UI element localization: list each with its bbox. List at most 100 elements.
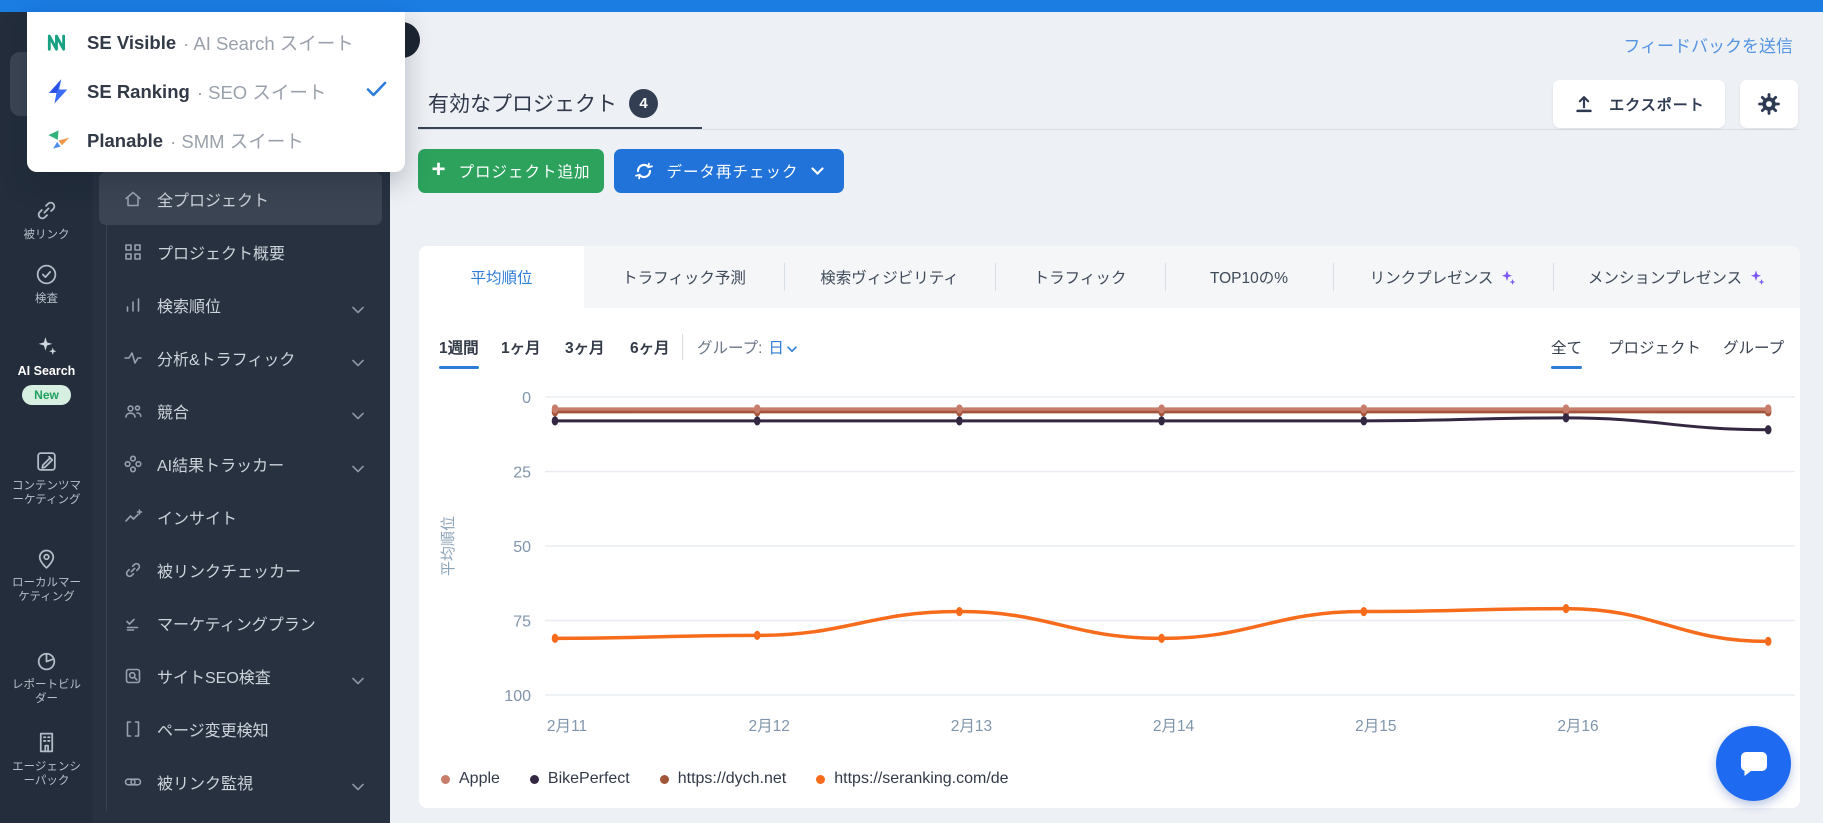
ai-sparkle-icon <box>1751 270 1765 285</box>
rail-item-label: レポートビルダー <box>12 679 81 705</box>
project-count-badge: 4 <box>629 88 658 118</box>
sidebar-item-marketing-plan[interactable]: マーケティングプラン <box>93 596 390 649</box>
svg-text:2月12: 2月12 <box>749 718 790 735</box>
rail-item-label: AI Search <box>17 364 76 378</box>
check-icon <box>366 81 387 97</box>
chevron-down-icon <box>352 407 364 419</box>
suite-suffix: · AI Search スイート <box>183 32 354 54</box>
legend-dot <box>441 774 450 784</box>
rail-item-backlinks[interactable]: 被リンク <box>0 198 93 242</box>
sidebar-item-competitors[interactable]: 競合 <box>93 384 390 437</box>
tab-traffic[interactable]: トラフィック <box>995 246 1165 308</box>
tab-active-projects[interactable]: 有効なプロジェクト 4 <box>428 88 658 118</box>
add-project-label: プロジェクト追加 <box>458 164 591 181</box>
tab-link-presence[interactable]: リンクプレゼンス <box>1333 246 1553 308</box>
add-project-button[interactable]: + プロジェクト追加 <box>418 149 604 193</box>
rail-item-agency-pack[interactable]: エージェンシーパック <box>0 730 93 788</box>
chevron-down-icon <box>352 354 364 366</box>
seranking-dashboard: { "colors": { "topbar": "#1b7ce2", "side… <box>0 0 1823 823</box>
people-icon <box>125 404 142 418</box>
legend-item-dych[interactable]: https://dych.net <box>659 770 787 788</box>
svg-text:2月14: 2月14 <box>1153 718 1195 735</box>
pencil-square-icon <box>37 452 56 471</box>
sidebar-item-backlink-monitor[interactable]: 被リンク監視 <box>93 755 390 808</box>
rail-item-label: ローカルマーケティング <box>12 577 81 603</box>
rail-item-ai-search[interactable]: AI Search New <box>0 334 93 405</box>
chevron-down-icon <box>352 672 364 684</box>
rail-item-audit[interactable]: 検査 <box>0 262 93 306</box>
legend-item-bikeperfect[interactable]: BikePerfect <box>529 770 630 788</box>
se-visible-logo-icon <box>47 34 66 51</box>
suite-item-se-visible[interactable]: SE Visible · AI Search スイート <box>27 18 405 67</box>
sidebar-item-label: インサイト <box>157 510 238 528</box>
tab-label: メンションプレゼンス <box>1587 270 1743 287</box>
sidebar-item-label: 被リンク監視 <box>157 775 254 793</box>
chevron-down-icon <box>352 460 364 472</box>
tab-label: リンクプレゼンス <box>1369 270 1494 287</box>
page-brackets-icon <box>126 720 140 737</box>
send-feedback-link[interactable]: フィードバックを送信 <box>1623 32 1793 57</box>
chart-legend: Apple BikePerfect https://dych.net https… <box>441 770 1009 788</box>
home-icon <box>125 191 141 206</box>
top-accent-bar <box>0 0 1823 12</box>
recheck-data-button[interactable]: データ再チェック <box>614 149 844 193</box>
sidebar-item-label: 検索順位 <box>157 298 222 316</box>
tab-label: トラフィック <box>1033 270 1127 287</box>
tab-traffic-forecast[interactable]: トラフィック予測 <box>584 246 784 308</box>
tab-average-position[interactable]: 平均順位 <box>419 246 584 308</box>
sidebar-item-rankings[interactable]: 検索順位 <box>93 278 390 331</box>
svg-text:25: 25 <box>513 465 531 482</box>
settings-button[interactable] <box>1740 80 1798 128</box>
sidebar-item-analytics-traffic[interactable]: 分析&トラフィック <box>93 331 390 384</box>
tab-mention-presence[interactable]: メンションプレゼンス <box>1553 246 1800 308</box>
svg-text:2月13: 2月13 <box>951 718 992 735</box>
upload-icon <box>1576 96 1592 113</box>
sidebar-item-all-projects[interactable]: 全プロジェクト <box>99 172 382 225</box>
average-position-chart[interactable]: 0 25 50 75 100 平均順位 2月11 2月12 2月13 2月14 2月15 2月16 <box>419 332 1800 764</box>
header-divider <box>418 129 1798 130</box>
sidebar-item-label: サイトSEO検査 <box>157 669 271 687</box>
trend-icon <box>125 508 143 522</box>
sidebar-item-insights[interactable]: インサイト <box>93 490 390 543</box>
legend-item-apple[interactable]: Apple <box>441 770 500 788</box>
building-icon <box>39 732 54 753</box>
legend-item-seranking-de[interactable]: https://seranking.com/de <box>816 770 1009 788</box>
tab-top10-percent[interactable]: TOP10の% <box>1165 246 1333 308</box>
pulse-icon <box>124 351 142 364</box>
svg-text:平均順位: 平均順位 <box>440 516 457 576</box>
sidebar-item-site-audit[interactable]: サイトSEO検査 <box>93 649 390 702</box>
legend-dot <box>529 774 539 784</box>
suite-item-planable[interactable]: Planable · SMM スイート <box>27 116 405 165</box>
svg-text:50: 50 <box>513 539 531 556</box>
rail-item-label: エージェンシーパック <box>12 761 81 787</box>
tab-label: TOP10の% <box>1209 270 1289 287</box>
sidebar-item-project-overview[interactable]: プロジェクト概要 <box>93 225 390 278</box>
rail-item-local-marketing[interactable]: ローカルマーケティング <box>0 546 93 604</box>
new-badge: New <box>22 385 71 405</box>
rail-item-report-builder[interactable]: レポートビルダー <box>0 648 93 706</box>
rail-item-label: 検査 <box>35 293 58 305</box>
sidebar-item-backlink-checker[interactable]: 被リンクチェッカー <box>93 543 390 596</box>
rail-item-label: 被リンク <box>23 229 70 241</box>
suite-item-se-ranking[interactable]: SE Ranking · SEO スイート <box>27 67 405 116</box>
sidebar-item-label: AI結果トラッカー <box>157 457 285 475</box>
refresh-icon <box>635 162 654 180</box>
export-button[interactable]: エクスポート <box>1553 80 1725 128</box>
chain-icon <box>124 777 142 786</box>
tab-label: トラフィック予測 <box>622 270 746 287</box>
rail-item-content-marketing[interactable]: コンテンツマーケティング <box>0 449 93 507</box>
plus-icon: + <box>431 156 447 183</box>
chevron-down-icon <box>352 778 364 790</box>
chat-button[interactable] <box>1716 726 1791 801</box>
search-doc-icon <box>125 668 141 683</box>
sidebar-item-page-changes[interactable]: ページ変更検知 <box>93 702 390 755</box>
sidebar-item-label: プロジェクト概要 <box>157 245 286 263</box>
grid-icon <box>125 243 141 260</box>
sidebar-item-ai-results-tracker[interactable]: AI結果トラッカー <box>93 437 390 490</box>
planable-logo-icon <box>48 130 70 149</box>
legend-label: Apple <box>459 770 500 787</box>
tab-search-visibility[interactable]: 検索ヴィジビリティ <box>784 246 995 308</box>
tab-label: 平均順位 <box>470 270 533 287</box>
line-chart[interactable]: 0 25 50 75 100 平均順位 2月11 2月12 2月13 2月14 2月15 2月16 <box>419 332 1800 764</box>
legend-label: https://dych.net <box>677 770 787 787</box>
